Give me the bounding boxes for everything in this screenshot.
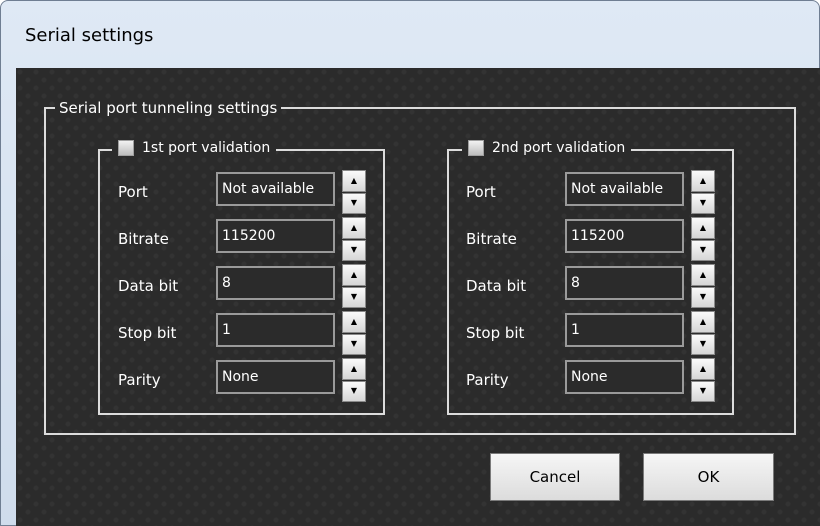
spin-down-icon[interactable]: ▼ [691,239,715,261]
port2-validation-label: 2nd port validation [492,140,626,156]
port1-parity-label: Parity [118,371,161,389]
port1-databit-spinner: ▲ ▼ [342,264,366,308]
port2-parity-spinner: ▲ ▼ [691,358,715,402]
window-title: Serial settings [25,25,154,46]
spin-down-icon[interactable]: ▼ [342,286,366,308]
port1-parity-field[interactable]: None [216,360,335,394]
port2-databit-label: Data bit [466,277,527,295]
port1-bitrate-field[interactable]: 115200 [216,219,335,253]
spin-up-icon[interactable]: ▲ [342,264,366,286]
port1-validation-checkbox[interactable] [118,140,134,156]
spin-down-icon[interactable]: ▼ [691,380,715,402]
port2-databit-spinner: ▲ ▼ [691,264,715,308]
port1-port-label: Port [118,183,148,201]
port1-bitrate-spinner: ▲ ▼ [342,217,366,261]
spin-up-icon[interactable]: ▲ [342,170,366,192]
port2-parity-field[interactable]: None [565,360,684,394]
port1-databit-field[interactable]: 8 [216,266,335,300]
port1-port-field[interactable]: Not available [216,172,335,206]
spin-down-icon[interactable]: ▼ [342,380,366,402]
port1-legend: 1st port validation [112,139,277,157]
spin-down-icon[interactable]: ▼ [691,333,715,355]
spin-up-icon[interactable]: ▲ [342,217,366,239]
spin-up-icon[interactable]: ▲ [691,358,715,380]
port2-port-field[interactable]: Not available [565,172,684,206]
port1-bitrate-label: Bitrate [118,230,169,248]
spin-up-icon[interactable]: ▲ [691,264,715,286]
port2-port-label: Port [466,183,496,201]
port2-port-spinner: ▲ ▼ [691,170,715,214]
spin-down-icon[interactable]: ▼ [691,286,715,308]
port2-bitrate-spinner: ▲ ▼ [691,217,715,261]
port1-validation-label: 1st port validation [142,140,271,156]
serial-tunneling-legend: Serial port tunneling settings [55,99,282,117]
port2-databit-field[interactable]: 8 [565,266,684,300]
port1-port-spinner: ▲ ▼ [342,170,366,214]
cancel-button[interactable]: Cancel [490,453,620,501]
spin-down-icon[interactable]: ▼ [342,239,366,261]
port1-stopbit-spinner: ▲ ▼ [342,311,366,355]
port1-parity-spinner: ▲ ▼ [342,358,366,402]
port2-bitrate-field[interactable]: 115200 [565,219,684,253]
port2-parity-label: Parity [466,371,509,389]
spin-up-icon[interactable]: ▲ [691,311,715,333]
spin-down-icon[interactable]: ▼ [691,192,715,214]
port1-stopbit-field[interactable]: 1 [216,313,335,347]
port1-stopbit-label: Stop bit [118,324,177,342]
spin-up-icon[interactable]: ▲ [342,358,366,380]
spin-up-icon[interactable]: ▲ [691,217,715,239]
ok-button[interactable]: OK [643,453,774,501]
port2-stopbit-label: Stop bit [466,324,525,342]
spin-down-icon[interactable]: ▼ [342,192,366,214]
spin-up-icon[interactable]: ▲ [342,311,366,333]
port2-stopbit-spinner: ▲ ▼ [691,311,715,355]
port2-stopbit-field[interactable]: 1 [565,313,684,347]
port1-databit-label: Data bit [118,277,179,295]
port2-legend: 2nd port validation [462,139,632,157]
port2-validation-checkbox[interactable] [468,140,484,156]
spin-down-icon[interactable]: ▼ [342,333,366,355]
port2-bitrate-label: Bitrate [466,230,517,248]
spin-up-icon[interactable]: ▲ [691,170,715,192]
